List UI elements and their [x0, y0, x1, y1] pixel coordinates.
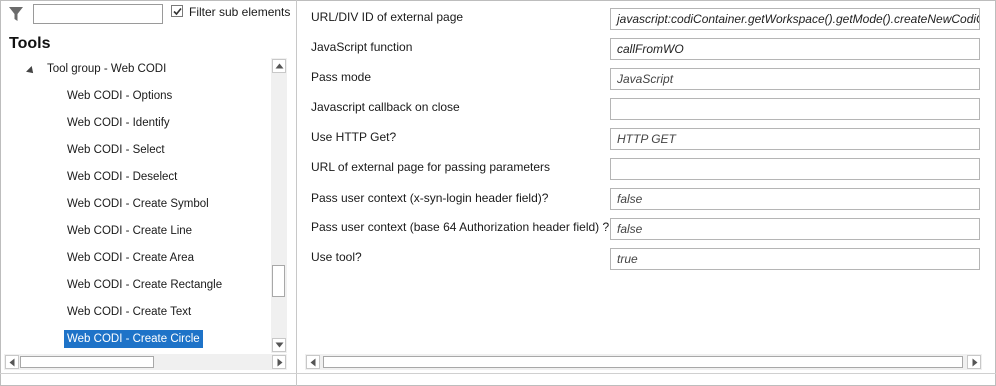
tree-group-web-codi[interactable]: Tool group - Web CODI	[47, 60, 166, 78]
property-label: Pass mode	[311, 70, 372, 84]
property-label: Javascript callback on close	[311, 100, 460, 114]
property-value-use-tool[interactable]: true	[610, 248, 980, 270]
property-value-login-header[interactable]: false	[610, 188, 980, 210]
scroll-thumb[interactable]	[20, 356, 154, 368]
filter-sub-elements-checkbox[interactable]	[171, 5, 183, 17]
bottom-separator	[0, 373, 996, 374]
filter-icon[interactable]	[8, 6, 24, 22]
property-value-pass-mode[interactable]: JavaScript	[610, 68, 980, 90]
property-label: URL/DIV ID of external page	[311, 10, 464, 24]
tree-item[interactable]: Web CODI - Create Symbol	[67, 195, 209, 213]
property-value-js-function[interactable]: callFromWO	[610, 38, 980, 60]
tree-item[interactable]: Web CODI - Select	[67, 141, 165, 159]
property-value-callback[interactable]	[610, 98, 980, 120]
scroll-left-button[interactable]	[5, 355, 19, 369]
property-label: URL of external page for passing paramet…	[311, 160, 551, 174]
tree-item[interactable]: Web CODI - Options	[67, 87, 172, 105]
property-value-params-url[interactable]	[610, 158, 980, 180]
tree-item[interactable]: Web CODI - Create Rectangle	[67, 276, 222, 294]
properties-panel: URL/DIV ID of external page javascript:c…	[297, 0, 996, 386]
scroll-right-button[interactable]	[272, 355, 286, 369]
tree-item[interactable]: Web CODI - Deselect	[67, 168, 177, 186]
scroll-up-button[interactable]	[272, 59, 286, 73]
property-value-url[interactable]: javascript:codiContainer.getWorkspace().…	[610, 8, 980, 30]
tree-item-selected[interactable]: Web CODI - Create Circle	[64, 330, 203, 348]
property-value-http-get[interactable]: HTTP GET	[610, 128, 980, 150]
property-label: Use tool?	[311, 250, 362, 264]
scroll-thumb[interactable]	[323, 356, 963, 368]
tree-vertical-scrollbar[interactable]	[271, 58, 287, 353]
tree-item[interactable]: Web CODI - Create Area	[67, 249, 194, 267]
tree-horizontal-scrollbar[interactable]	[4, 354, 287, 370]
property-label: Pass user context (base 64 Authorization…	[311, 220, 610, 234]
properties-horizontal-scrollbar[interactable]	[305, 354, 982, 370]
tools-panel: Filter sub elements Tools Tool group - W…	[0, 0, 296, 386]
tools-tree: Tool group - Web CODI Web CODI - Options…	[8, 58, 289, 353]
scroll-thumb[interactable]	[272, 265, 285, 297]
search-input[interactable]	[33, 4, 163, 24]
scroll-down-button[interactable]	[272, 338, 286, 352]
tools-title: Tools	[9, 35, 51, 52]
tree-item[interactable]: Web CODI - Identify	[67, 114, 170, 132]
filter-sub-elements-label: Filter sub elements	[189, 5, 291, 19]
scroll-left-button[interactable]	[306, 355, 320, 369]
tree-item[interactable]: Web CODI - Create Line	[67, 222, 192, 240]
property-value-auth-header[interactable]: false	[610, 218, 980, 240]
property-label: Use HTTP Get?	[311, 130, 397, 144]
scroll-right-button[interactable]	[967, 355, 981, 369]
property-label: Pass user context (x-syn-login header fi…	[311, 191, 549, 205]
property-label: JavaScript function	[311, 40, 413, 54]
tree-item[interactable]: Web CODI - Create Text	[67, 303, 191, 321]
